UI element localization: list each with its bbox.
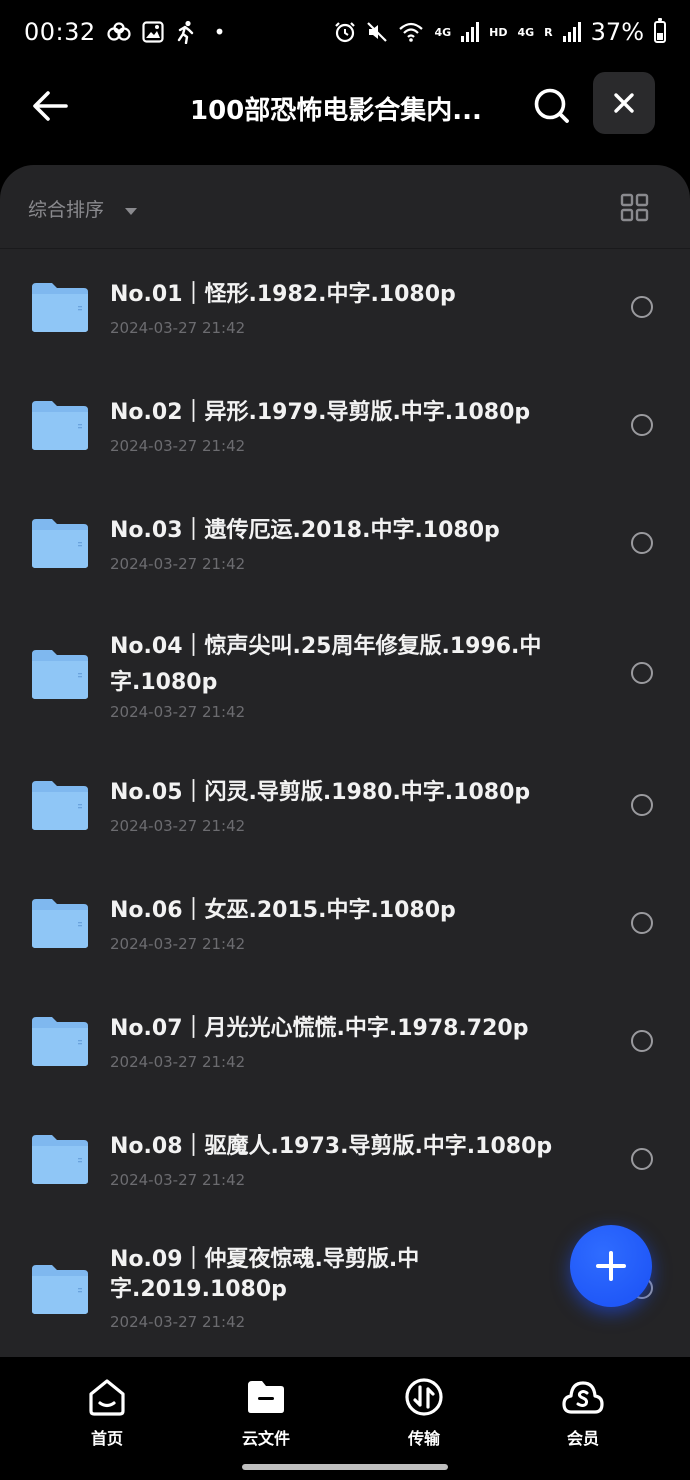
nav-transfer[interactable]: 传输 (374, 1375, 474, 1449)
baidu-cloud-icon (106, 22, 132, 42)
select-radio[interactable] (631, 1148, 653, 1170)
file-name: No.09｜仲夏夜惊魂.导剪版.中字.2019.1080p (110, 1247, 420, 1302)
file-date: 2024-03-27 21:42 (110, 817, 246, 835)
nav-member-label: 会员 (566, 1429, 599, 1448)
file-date: 2024-03-27 21:42 (110, 935, 246, 953)
search-button[interactable] (528, 82, 576, 130)
search-icon (534, 88, 569, 123)
file-row[interactable]: No.01｜怪形.1982.中字.1080p 2024-03-27 21:42 (0, 249, 690, 367)
file-date: 2024-03-27 21:42 (110, 437, 246, 455)
status-bar: 00:32 • 4G HD 4G R 37% (0, 0, 690, 64)
folder-icon (32, 1135, 88, 1184)
select-radio[interactable] (631, 1030, 653, 1052)
signal-icon-2 (562, 22, 581, 42)
select-radio[interactable] (631, 532, 653, 554)
folder-icon (32, 1265, 88, 1314)
network-type-right: 4G (517, 25, 535, 39)
page-title: 100部恐怖电影合集内... (190, 96, 482, 126)
gallery-icon (142, 21, 164, 43)
close-icon (614, 93, 634, 113)
file-name: No.02｜异形.1979.导剪版.中字.1080p (110, 400, 531, 425)
file-name: No.05｜闪灵.导剪版.1980.中字.1080p (110, 780, 531, 805)
status-time: 00:32 (24, 18, 96, 46)
select-radio[interactable] (631, 414, 653, 436)
status-left: 00:32 • (24, 18, 225, 46)
nav-transfer-label: 传输 (407, 1429, 440, 1448)
file-row[interactable]: No.07｜月光光心慌慌.中字.1978.720p 2024-03-27 21:… (0, 983, 690, 1101)
file-date: 2024-03-27 21:42 (110, 319, 246, 337)
home-icon (85, 1375, 129, 1419)
nav-cloud-files-label: 云文件 (241, 1429, 290, 1448)
file-name: No.06｜女巫.2015.中字.1080p (110, 898, 456, 923)
file-row[interactable]: No.08｜驱魔人.1973.导剪版.中字.1080p 2024-03-27 2… (0, 1101, 690, 1219)
back-arrow-icon (33, 91, 68, 121)
nav-home[interactable]: 首页 (57, 1375, 157, 1449)
folder-icon (32, 519, 88, 568)
sort-bar: 综合排序 (0, 165, 690, 249)
nav-member[interactable]: 会员 (533, 1375, 633, 1449)
bottom-nav: 首页 云文件 传输 会员 (0, 1357, 690, 1480)
notification-dot: • (213, 20, 226, 44)
caret-down-icon[interactable] (124, 201, 138, 220)
file-name: No.08｜驱魔人.1973.导剪版.中字.1080p (110, 1134, 553, 1159)
file-row[interactable]: No.06｜女巫.2015.中字.1080p 2024-03-27 21:42 (0, 865, 690, 983)
nav-cloud-files[interactable]: 云文件 (216, 1375, 316, 1449)
select-radio[interactable] (631, 912, 653, 934)
battery-percent: 37% (590, 18, 644, 46)
file-date: 2024-03-27 21:42 (110, 1053, 246, 1071)
add-button[interactable] (570, 1225, 652, 1307)
select-radio[interactable] (631, 296, 653, 318)
close-button[interactable] (593, 72, 655, 134)
select-radio[interactable] (631, 794, 653, 816)
file-name: No.03｜遗传厄运.2018.中字.1080p (110, 518, 500, 543)
folder-icon (32, 401, 88, 450)
grid-icon (620, 193, 649, 222)
plus-icon (596, 1251, 626, 1281)
file-row[interactable]: No.05｜闪灵.导剪版.1980.中字.1080p 2024-03-27 21… (0, 747, 690, 865)
grid-view-button[interactable] (620, 193, 650, 223)
running-icon (174, 20, 196, 44)
member-icon (561, 1375, 605, 1419)
folder-icon (32, 650, 88, 699)
file-date: 2024-03-27 21:42 (110, 1313, 246, 1331)
content-panel: 综合排序 No.01｜怪形.1982.中字.1080p 2024-03-27 2… (0, 165, 690, 1357)
file-row[interactable]: No.04｜惊声尖叫.25周年修复版.1996.中字.1080p 2024-03… (0, 603, 690, 747)
alarm-icon (334, 21, 356, 43)
file-date: 2024-03-27 21:42 (110, 555, 246, 573)
folder-icon (32, 1017, 88, 1066)
transfer-icon (402, 1375, 446, 1419)
folder-icon (32, 781, 88, 830)
hd-label: HD (489, 25, 508, 39)
sort-dropdown[interactable]: 综合排序 (28, 195, 104, 222)
file-row[interactable]: No.02｜异形.1979.导剪版.中字.1080p 2024-03-27 21… (0, 367, 690, 485)
nav-home-label: 首页 (90, 1429, 123, 1448)
file-name: No.04｜惊声尖叫.25周年修复版.1996.中字.1080p (110, 634, 542, 695)
mute-icon (366, 21, 388, 43)
home-indicator[interactable] (242, 1464, 448, 1470)
select-radio[interactable] (631, 662, 653, 684)
network-type-left: 4G (434, 25, 452, 39)
folder-icon (32, 283, 88, 332)
wifi-icon (398, 21, 424, 43)
top-bar: 100部恐怖电影合集内... (0, 64, 690, 164)
file-name: No.01｜怪形.1982.中字.1080p (110, 282, 456, 307)
file-row[interactable]: No.03｜遗传厄运.2018.中字.1080p 2024-03-27 21:4… (0, 485, 690, 603)
folder-icon (32, 899, 88, 948)
file-date: 2024-03-27 21:42 (110, 703, 246, 721)
file-date: 2024-03-27 21:42 (110, 1171, 246, 1189)
status-right: 4G HD 4G R 37% (334, 18, 666, 46)
roaming-label: R (544, 25, 553, 39)
folder-nav-icon (244, 1375, 288, 1419)
signal-icon (461, 22, 480, 42)
back-button[interactable] (26, 82, 74, 130)
battery-icon (654, 18, 666, 43)
file-name: No.07｜月光光心慌慌.中字.1978.720p (110, 1016, 529, 1041)
